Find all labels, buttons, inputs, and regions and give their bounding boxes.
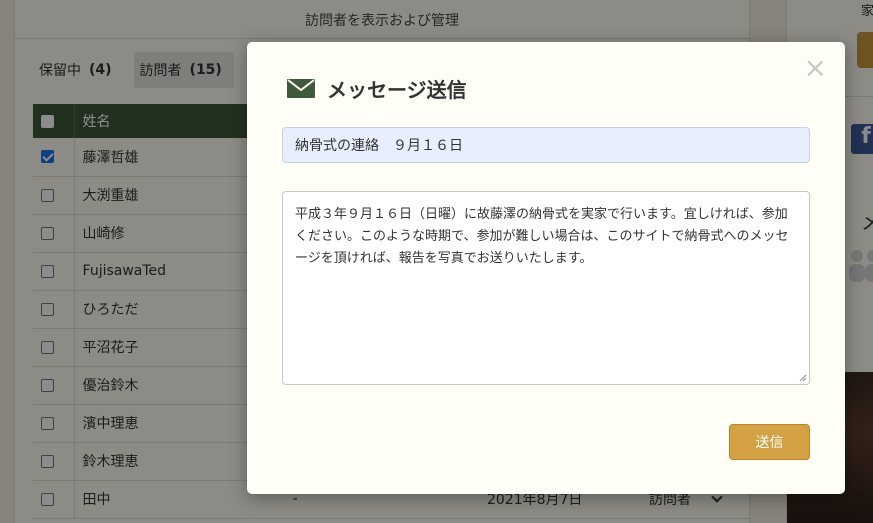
subject-input[interactable]: 納骨式の連絡 ９月１６日 <box>282 127 810 163</box>
dialog-title: メッセージ送信 <box>287 74 467 103</box>
dialog-title-text: メッセージ送信 <box>327 78 467 102</box>
message-body-text: 平成３年９月１６日（日曜）に故藤澤の納骨式を実家で行います。宜しければ、参加くだ… <box>295 207 789 266</box>
resize-handle-icon[interactable] <box>799 374 807 382</box>
message-body-textarea[interactable]: 平成３年９月１６日（日曜）に故藤澤の納骨式を実家で行います。宜しければ、参加くだ… <box>282 191 810 385</box>
send-button[interactable]: 送信 <box>729 424 810 460</box>
envelope-icon <box>287 79 315 98</box>
send-message-dialog: × メッセージ送信 納骨式の連絡 ９月１６日 平成３年９月１６日（日曜）に故藤澤… <box>247 42 845 494</box>
close-icon[interactable]: × <box>804 54 827 82</box>
